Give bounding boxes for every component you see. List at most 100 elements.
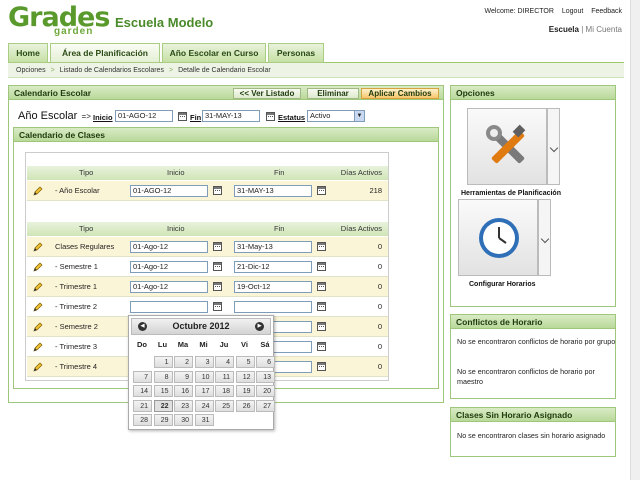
calendar-day[interactable]: 18 [215, 385, 234, 397]
row-end-input[interactable]: 31-MAY-13 [234, 185, 312, 197]
calendar-day[interactable]: 19 [235, 385, 255, 397]
row-end-input[interactable] [234, 301, 312, 313]
logout-link[interactable]: Logout [562, 8, 583, 15]
calendar-day[interactable]: 4 [215, 356, 234, 368]
calendar-day[interactable]: 28 [133, 414, 152, 426]
calendar-day[interactable]: 13 [256, 370, 275, 383]
crumb-opciones[interactable]: Opciones [16, 67, 46, 74]
pencil-icon[interactable] [33, 302, 43, 312]
pencil-icon[interactable] [33, 342, 43, 352]
calendar-day[interactable]: 29 [153, 414, 173, 426]
pencil-icon[interactable] [33, 322, 43, 332]
calendar-day[interactable]: 25 [215, 399, 234, 412]
calendar-day[interactable]: 20 [256, 385, 275, 397]
calendar-icon[interactable] [317, 282, 326, 291]
calendar-icon[interactable] [317, 322, 326, 331]
apply-changes-button[interactable]: Aplicar Cambios [361, 88, 439, 99]
row-start-input[interactable]: 01-Ago-12 [130, 261, 208, 273]
calendar-day[interactable]: 1 [153, 356, 173, 368]
calendar-day[interactable]: 3 [194, 356, 214, 368]
calendar-day[interactable]: 6 [256, 356, 275, 368]
calendar-icon[interactable] [317, 342, 326, 351]
calendar-icon[interactable] [317, 262, 326, 271]
calendar-icon[interactable] [213, 302, 222, 311]
calendar-day[interactable]: 22 [153, 399, 173, 412]
back-to-list-button[interactable]: << Ver Listado [233, 88, 301, 99]
row-name: - Trimestre 4 [55, 362, 98, 371]
prev-month-icon[interactable]: ◀ [138, 322, 147, 331]
tab-ano-escolar[interactable]: Año Escolar en Curso [162, 43, 266, 63]
pencil-icon[interactable] [33, 186, 43, 196]
weekday-label: Mi [199, 340, 208, 349]
calendar-day[interactable]: 26 [235, 399, 255, 412]
calendar-icon[interactable] [213, 282, 222, 291]
account-link[interactable]: Mi Cuenta [586, 25, 622, 34]
pencil-icon[interactable] [33, 282, 43, 292]
start-date-input[interactable]: 01-AGO-12 [115, 110, 173, 122]
row-end-input[interactable]: 31-May-13 [234, 241, 312, 253]
status-select[interactable]: Activo ▼ [307, 110, 365, 122]
main-nav: Home Área de Planificación Año Escolar e… [8, 43, 624, 63]
row-start-input[interactable]: 01-AGO-12 [130, 185, 208, 197]
configure-schedule-button[interactable] [458, 199, 538, 276]
calendar-day[interactable]: 9 [174, 370, 193, 383]
school-link[interactable]: Escuela [549, 25, 579, 34]
configure-schedule-dropdown[interactable] [538, 199, 551, 276]
calendar-day[interactable]: 30 [174, 414, 193, 426]
logo-subtext: garden [54, 26, 94, 37]
calendar-day[interactable]: 23 [174, 399, 193, 412]
calendar-day[interactable]: 11 [215, 370, 234, 383]
calendar-day[interactable]: 17 [194, 385, 214, 397]
end-date-label[interactable]: Fin [190, 113, 201, 122]
planning-tools-button[interactable] [467, 108, 547, 185]
calendar-day[interactable]: 31 [194, 414, 214, 426]
calendar-day[interactable]: 8 [153, 370, 173, 383]
planning-tools-dropdown[interactable] [547, 108, 560, 185]
row-days: 0 [377, 282, 382, 291]
calendar-icon[interactable] [213, 242, 222, 251]
grades-garden-logo[interactable]: Grades garden [8, 4, 110, 38]
calendar-day[interactable]: 16 [174, 385, 193, 397]
calendar-day[interactable]: 2 [174, 356, 193, 368]
weekday-label: Do [137, 340, 147, 349]
calendar-day[interactable]: 10 [194, 370, 214, 383]
page-scrollbar[interactable] [630, 0, 640, 480]
status-label[interactable]: Estatus [278, 113, 305, 122]
start-date-label[interactable]: Inicio [93, 113, 113, 122]
calendar-day[interactable]: 15 [153, 385, 173, 397]
calendar-day[interactable]: 12 [235, 370, 255, 383]
calendar-icon[interactable] [213, 186, 222, 195]
calendar-icon[interactable] [317, 362, 326, 371]
next-month-icon[interactable]: ▶ [255, 322, 264, 331]
row-end-input[interactable]: 21-Dic-12 [234, 261, 312, 273]
tab-home[interactable]: Home [8, 43, 48, 63]
calendar-icon[interactable] [317, 186, 326, 195]
school-name: Escuela Modelo [115, 15, 214, 30]
options-panel-title: Opciones [456, 88, 495, 98]
pencil-icon[interactable] [33, 362, 43, 372]
row-start-input[interactable]: 01-Ago-12 [130, 281, 208, 293]
calendar-icon[interactable] [317, 242, 326, 251]
calendar-icon[interactable] [266, 112, 275, 121]
tab-personas[interactable]: Personas [268, 43, 324, 63]
pencil-icon[interactable] [33, 262, 43, 272]
calendar-icon[interactable] [317, 302, 326, 311]
crumb-listado[interactable]: Listado de Calendarios Escolares [60, 67, 164, 74]
row-start-input[interactable] [130, 301, 208, 313]
calendar-icon[interactable] [178, 112, 187, 121]
delete-button[interactable]: Eliminar [307, 88, 359, 99]
calendar-day[interactable]: 7 [133, 370, 152, 383]
unassigned-panel-header: Clases Sin Horario Asignado [451, 408, 615, 422]
feedback-link[interactable]: Feedback [591, 8, 622, 15]
calendar-day[interactable]: 24 [194, 399, 214, 412]
calendar-day[interactable]: 27 [256, 399, 275, 412]
calendar-icon[interactable] [213, 262, 222, 271]
calendar-day[interactable]: 21 [133, 399, 152, 412]
calendar-day[interactable]: 5 [235, 356, 255, 368]
row-start-input[interactable]: 01-Ago-12 [130, 241, 208, 253]
row-end-input[interactable]: 19-Oct-12 [234, 281, 312, 293]
pencil-icon[interactable] [33, 242, 43, 252]
end-date-input[interactable]: 31-MAY-13 [202, 110, 260, 122]
tab-planificacion[interactable]: Área de Planificación [50, 43, 160, 63]
calendar-day[interactable]: 14 [133, 385, 152, 397]
